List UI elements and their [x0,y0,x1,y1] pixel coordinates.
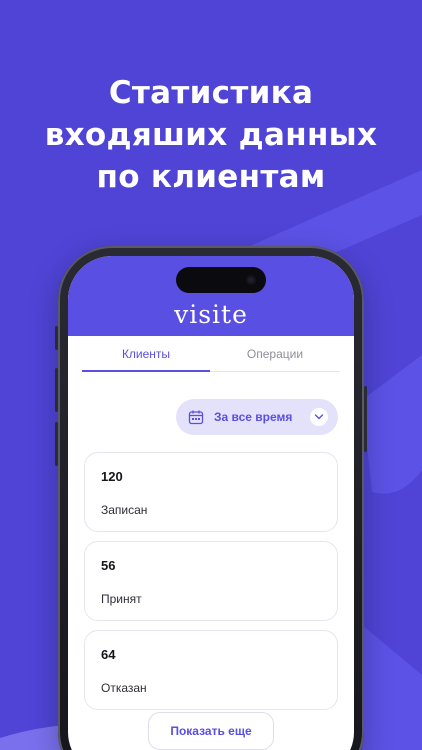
period-filter-button[interactable]: За все время [176,399,338,435]
stat-label: Записан [101,503,148,517]
headline-line-1: Статистика [108,75,314,111]
phone-power-button [364,386,367,452]
stat-value: 64 [101,647,116,662]
phone-mockup: visite Клиенты Операции За все время 120… [55,246,367,750]
show-more-button[interactable]: Показать еще [148,712,274,750]
stat-card-rejected: 64 Отказан [84,630,338,710]
app-screen: visite Клиенты Операции За все время 120… [68,256,354,750]
camera-icon [246,275,256,285]
dynamic-island [176,267,266,293]
app-logo: visite [174,300,248,329]
stat-card-recorded: 120 Записан [84,452,338,532]
stat-card-accepted: 56 Принят [84,541,338,621]
stat-value: 56 [101,558,116,573]
stat-value: 120 [101,469,123,484]
tab-operations[interactable]: Операции [210,338,340,372]
phone-side-button [55,326,58,350]
promo-headline: Статистика входяших данных по клиентам [0,72,422,198]
stat-label: Принят [101,592,142,606]
phone-side-button [55,368,58,412]
calendar-icon [188,410,204,425]
tab-clients[interactable]: Клиенты [82,338,210,372]
tab-bar: Клиенты Операции [82,338,340,372]
phone-side-button [55,422,58,466]
period-filter-label: За все время [214,410,293,424]
chevron-down-icon[interactable] [310,408,328,426]
headline-line-3: по клиентам [96,159,326,195]
stat-label: Отказан [101,681,147,695]
headline-line-2: входяших данных [44,117,378,153]
